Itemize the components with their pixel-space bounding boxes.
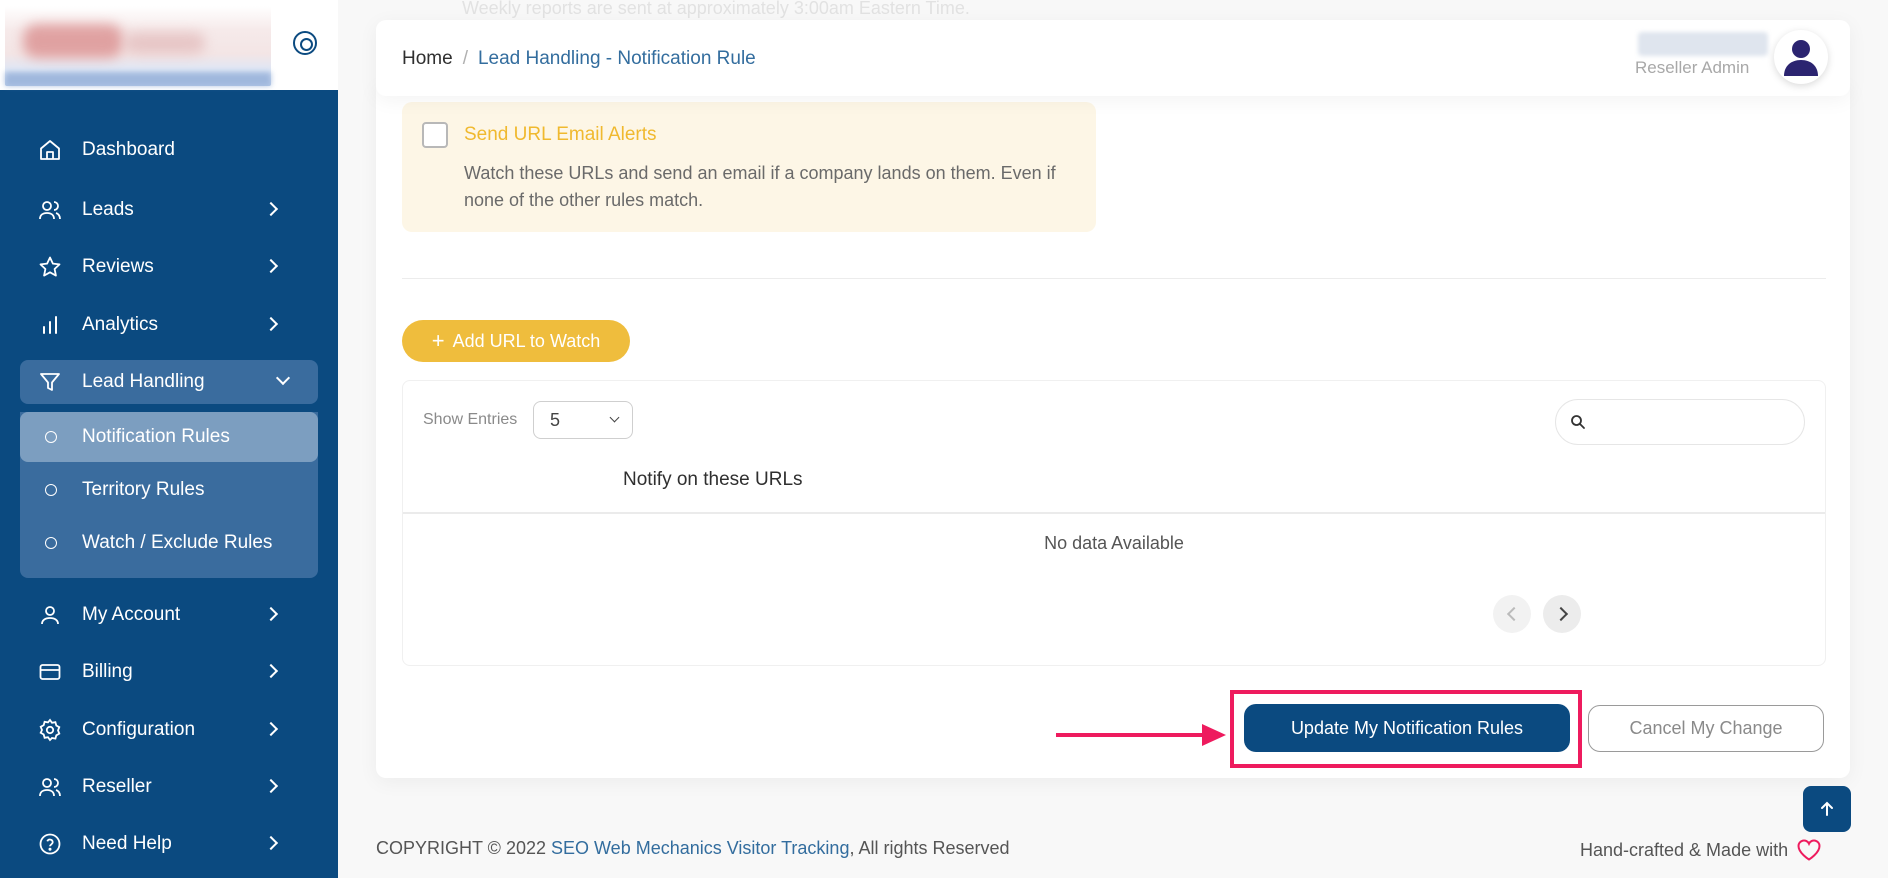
sidebar-item-label: Billing — [82, 661, 133, 682]
circle-bullet-icon — [45, 537, 57, 549]
sidebar-item-leads[interactable]: Leads — [20, 188, 318, 232]
circle-bullet-icon — [45, 484, 57, 496]
show-entries-label: Show Entries — [423, 411, 518, 428]
user-icon — [36, 601, 64, 629]
arrow-up-icon — [1821, 801, 1833, 816]
chevron-right-icon — [263, 316, 279, 332]
sidebar-item-billing[interactable]: Billing — [20, 650, 318, 694]
add-url-to-watch-button[interactable]: + Add URL to Watch — [402, 320, 630, 362]
alert-title: Send URL Email Alerts — [464, 124, 657, 145]
table-header-divider — [403, 512, 1825, 514]
send-url-email-alerts-checkbox[interactable] — [422, 122, 448, 148]
lead-handling-submenu: Notification Rules Territory Rules Watch… — [20, 412, 318, 578]
sidebar-subitem-label: Watch / Exclude Rules — [82, 532, 273, 553]
circle-bullet-icon — [45, 431, 57, 443]
chevron-right-icon — [263, 663, 279, 679]
pagination-previous-button[interactable] — [1493, 595, 1531, 633]
sidebar-item-label: Reseller — [82, 776, 152, 797]
faded-info-text: Weekly reports are sent at approximately… — [462, 0, 970, 18]
sidebar-item-analytics[interactable]: Analytics — [20, 303, 318, 347]
sidebar-item-dashboard[interactable]: Dashboard — [20, 128, 318, 172]
chevron-down-icon — [609, 412, 620, 423]
copyright-prefix: COPYRIGHT © 2022 — [376, 838, 551, 858]
search-input[interactable] — [1555, 399, 1805, 445]
empty-table-message: No data Available — [1044, 533, 1184, 553]
user-name-redacted — [1638, 32, 1768, 56]
sidebar-toggle-icon[interactable] — [293, 31, 317, 55]
user-role: Reseller Admin — [1635, 58, 1750, 77]
sidebar: Dashboard Leads Reviews Analytics Lead H… — [0, 0, 338, 878]
sidebar-item-my-account[interactable]: My Account — [20, 593, 318, 637]
heart-icon — [1797, 839, 1821, 861]
table-header-row: Notify on these URLs — [403, 469, 1825, 495]
filter-icon — [36, 368, 64, 396]
pagination-next-button[interactable] — [1543, 595, 1581, 633]
sidebar-subitem-territory-rules[interactable]: Territory Rules — [20, 465, 318, 515]
footer-made-with: Hand-crafted & Made with — [1580, 838, 1822, 862]
sidebar-subitem-watch-exclude-rules[interactable]: Watch / Exclude Rules — [20, 518, 318, 568]
sidebar-subitem-notification-rules[interactable]: Notification Rules — [20, 412, 318, 462]
sidebar-subitem-label: Territory Rules — [82, 479, 205, 500]
sidebar-item-reviews[interactable]: Reviews — [20, 245, 318, 289]
sidebar-item-label: Configuration — [82, 719, 196, 740]
help-icon — [36, 830, 64, 858]
chevron-right-icon — [263, 835, 279, 851]
entries-per-page-select[interactable]: 5 — [533, 401, 633, 439]
sidebar-item-label: Need Help — [82, 833, 172, 854]
chevron-right-icon — [263, 606, 279, 622]
footer-copyright: COPYRIGHT © 2022 SEO Web Mechanics Visit… — [376, 838, 1010, 859]
footer-brand-link[interactable]: SEO Web Mechanics Visitor Tracking — [551, 838, 849, 858]
sidebar-item-reseller[interactable]: Reseller — [20, 765, 318, 809]
sidebar-item-label: Reviews — [82, 256, 154, 277]
plus-icon: + — [431, 328, 445, 353]
alert-description: Watch these URLs and send an email if a … — [464, 163, 1056, 210]
home-icon — [36, 136, 64, 164]
section-divider — [402, 278, 1826, 279]
chevron-right-icon — [263, 201, 279, 217]
sidebar-item-need-help[interactable]: Need Help — [20, 822, 318, 866]
entries-value: 5 — [550, 409, 561, 430]
credit-card-icon — [36, 658, 64, 686]
breadcrumb-home-link[interactable]: Home — [402, 48, 453, 70]
watched-urls-table: Show Entries 5 Notify on these URLs No d… — [402, 380, 1826, 666]
update-notification-rules-button[interactable]: Update My Notification Rules — [1244, 704, 1570, 752]
sidebar-item-configuration[interactable]: Configuration — [20, 708, 318, 752]
users-icon — [36, 196, 64, 224]
users-icon — [36, 773, 64, 801]
bar-chart-icon — [36, 311, 64, 339]
user-avatar-icon — [1784, 40, 1818, 76]
chevron-right-icon — [263, 778, 279, 794]
sidebar-item-label: My Account — [82, 604, 181, 625]
chevron-right-icon — [263, 258, 279, 274]
add-url-label: Add URL to Watch — [452, 330, 601, 351]
sidebar-item-lead-handling[interactable]: Lead Handling — [20, 360, 318, 404]
cancel-change-button[interactable]: Cancel My Change — [1588, 705, 1824, 752]
annotation-arrow-icon — [1056, 724, 1226, 746]
search-icon — [1571, 415, 1585, 429]
gear-icon — [36, 716, 64, 744]
made-with-text: Hand-crafted & Made with — [1580, 839, 1789, 860]
breadcrumb-separator: / — [462, 48, 468, 69]
notification-rules-card: Send URL Email Alerts Watch these URLs a… — [376, 84, 1850, 778]
copyright-suffix: , All rights Reserved — [849, 838, 1010, 858]
company-logo[interactable] — [5, 6, 271, 86]
sidebar-subitem-label: Notification Rules — [82, 426, 230, 447]
url-email-alerts-box: Send URL Email Alerts Watch these URLs a… — [402, 102, 1096, 232]
chevron-right-icon — [263, 721, 279, 737]
scroll-to-top-button[interactable] — [1803, 786, 1851, 832]
sidebar-item-label: Lead Handling — [82, 371, 205, 392]
sidebar-item-label: Leads — [82, 199, 134, 220]
brand-area — [0, 0, 338, 90]
breadcrumb: Home / Lead Handling - Notification Rule — [402, 48, 756, 70]
chevron-down-icon — [275, 370, 291, 386]
breadcrumb-current: Lead Handling - Notification Rule — [477, 48, 756, 69]
top-header: Home / Lead Handling - Notification Rule… — [376, 20, 1850, 96]
sidebar-item-label: Analytics — [82, 314, 159, 335]
avatar[interactable] — [1774, 30, 1828, 84]
star-icon — [36, 253, 64, 281]
sidebar-item-label: Dashboard — [82, 139, 175, 160]
column-header-notify-urls[interactable]: Notify on these URLs — [623, 469, 803, 491]
